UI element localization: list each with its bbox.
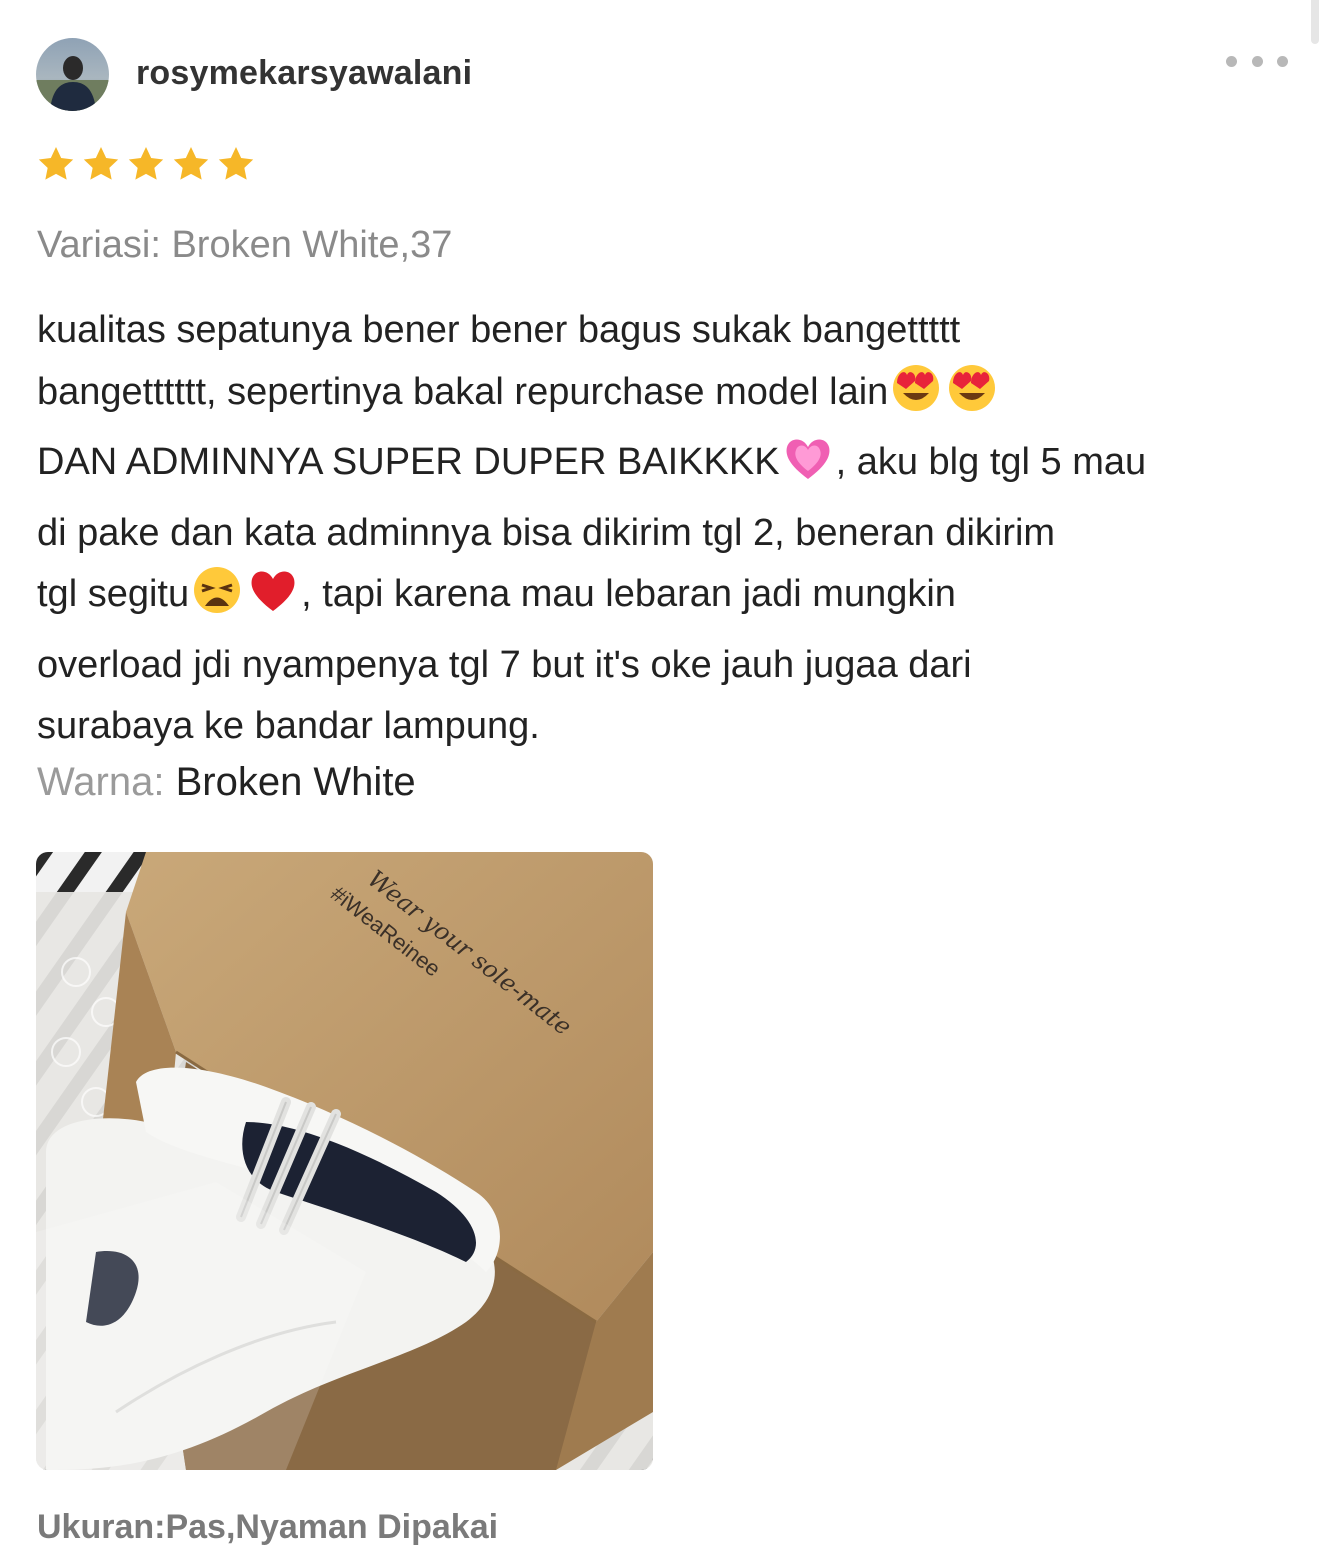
avatar[interactable] [36,38,109,111]
variant-text: Variasi: Broken White,37 [37,224,453,266]
review-line: surabaya ke bandar lampung. [37,705,540,747]
review-line: kualitas sepatunya bener bener bagus suk… [37,309,961,351]
color-value: Broken White [175,760,416,804]
star-icon [128,147,164,180]
star-icon [83,147,119,180]
heart-eyes-emoji [891,363,941,433]
weary-face-emoji [192,565,242,635]
color-attribute: Warna: Broken White [37,760,416,805]
username[interactable]: rosymekarsyawalani [136,54,472,93]
heart-eyes-emoji [947,363,997,433]
review-line: DAN ADMINNYA SUPER DUPER BAIKKKK , aku b… [37,432,1297,503]
more-options-icon[interactable] [1226,46,1288,76]
scrollbar[interactable] [1311,0,1319,44]
review-line: bangetttttt, sepertinya bakal repurchase… [37,362,1297,433]
review-card: rosymekarsyawalani Variasi: Broken White… [0,0,1319,1560]
review-text: kualitas sepatunya bener bener bagus suk… [37,300,1297,758]
review-photo[interactable]: Wear your sole-mate #iWeaReinee [36,852,653,1470]
size-attribute: Ukuran:Pas,Nyaman Dipakai [37,1508,499,1546]
review-line: di pake dan kata adminnya bisa dikirim t… [37,511,1056,554]
red-heart-emoji [248,565,298,635]
color-label: Warna: [37,760,165,804]
growing-heart-emoji [783,433,833,503]
review-line: tgl segitu , tapi karena mau lebaran jad… [37,564,1297,635]
star-icon [38,147,74,180]
star-icon [173,147,209,180]
review-line: overload jdi nyampenya tgl 7 but it's ok… [37,643,972,686]
star-rating [36,144,256,184]
star-icon [218,147,254,180]
